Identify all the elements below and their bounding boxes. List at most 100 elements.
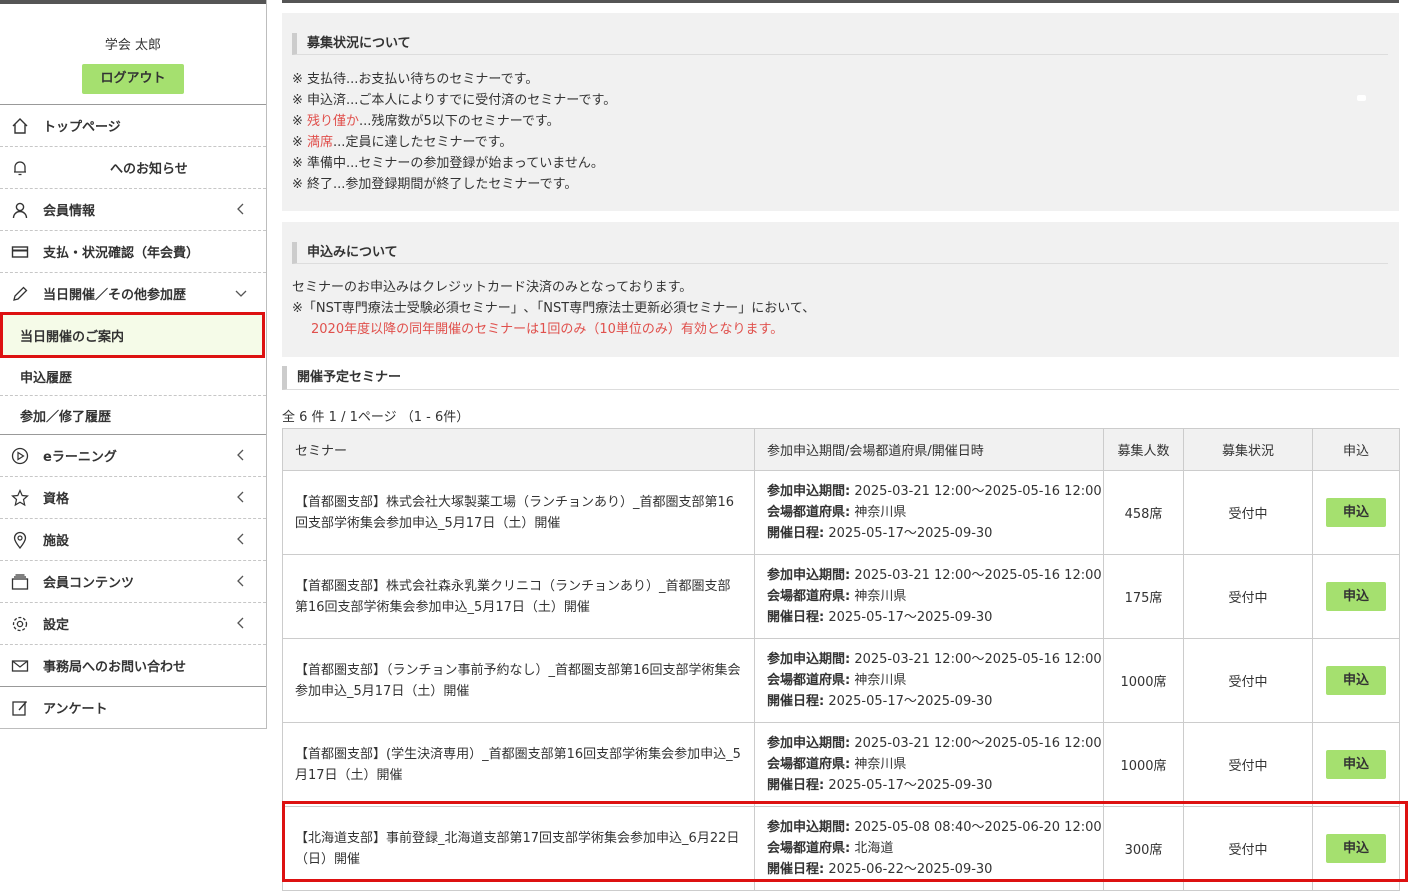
- seminar-title-cell: 【首都圏支部】株式会社森永乳業クリニコ（ランチョンあり）_首都圏支部第16回支部…: [282, 554, 755, 639]
- col-header-seminar: セミナー: [282, 428, 755, 471]
- chevron-left-icon: [237, 491, 244, 503]
- sidebar-item-member-contents[interactable]: 会員コンテンツ: [0, 560, 266, 602]
- sidebar-item-elearning[interactable]: eラーニング: [0, 434, 266, 476]
- user-icon: [10, 200, 30, 220]
- col-header-apply: 申込: [1312, 428, 1400, 471]
- capacity-cell: 1000席: [1103, 722, 1184, 807]
- status-line: ※ 終了...参加登録期間が終了したセミナーです。: [292, 177, 578, 192]
- decorative-dot: [1357, 95, 1366, 101]
- mail-icon: [10, 656, 30, 676]
- sidebar-item-payments[interactable]: 支払・状況確認（年会費）: [0, 230, 266, 272]
- seminar-title-link[interactable]: 【首都圏支部】（ランチョン事前予約なし）_首都圏支部第16回支部学術集会参加申込…: [295, 663, 741, 699]
- folder-icon: [10, 572, 30, 592]
- sidebar-item-participation[interactable]: 当日開催／その他参加歴: [0, 272, 266, 314]
- chevron-left-icon: [237, 617, 244, 629]
- home-icon: [10, 116, 30, 136]
- sidebar-subitem-apply-history[interactable]: 申込履歴: [0, 356, 266, 396]
- seminar-title-link[interactable]: 【首都圏支部】(学生決済専用）_首都圏支部第16回支部学術集会参加申込_5月17…: [295, 747, 741, 783]
- sidebar-item-label: 資格: [43, 492, 70, 507]
- sidebar-item-settings[interactable]: 設定: [0, 602, 266, 644]
- sidebar: 学会 太郎 ログアウト トップページ へのお知らせ 会員情報 支払・状況確認（年…: [0, 0, 267, 729]
- gear-icon: [10, 614, 30, 634]
- status-line: ※ 申込済...ご本人によりすでに受付済のセミナーです。: [292, 93, 617, 108]
- sidebar-item-member-info[interactable]: 会員情報: [0, 188, 266, 230]
- period-cell: 参加申込期間: 2025-03-21 12:00〜2025-05-16 12:0…: [754, 638, 1104, 723]
- seminar-title-link[interactable]: 【首都圏支部】株式会社大塚製薬工場（ランチョンあり）_首都圏支部第16回支部学術…: [295, 495, 734, 531]
- chevron-down-icon: [235, 290, 247, 297]
- sidebar-item-contact[interactable]: 事務局へのお問い合わせ: [0, 644, 266, 686]
- sidebar-item-label: 会員情報: [43, 204, 96, 219]
- sidebar-subitem-completion-history[interactable]: 参加／修了履歴: [0, 395, 266, 435]
- sidebar-item-label: アンケート: [43, 702, 108, 717]
- sidebar-item-label: 支払・状況確認（年会費）: [43, 246, 200, 261]
- sidebar-subitem-today-info[interactable]: 当日開催のご案内: [0, 312, 265, 358]
- sidebar-item-survey[interactable]: アンケート: [0, 686, 266, 728]
- chevron-left-icon: [237, 203, 244, 215]
- user-box: 学会 太郎 ログアウト: [0, 4, 266, 104]
- status-line: ※ 満席...定員に達したセミナーです。: [292, 135, 513, 150]
- pencil-icon: [10, 284, 30, 304]
- sidebar-item-label: へのお知らせ: [110, 162, 188, 177]
- seminar-title-cell: 【首都圏支部】(学生決済専用）_首都圏支部第16回支部学術集会参加申込_5月17…: [282, 722, 755, 807]
- seminar-title-cell: 【首都圏支部】株式会社大塚製薬工場（ランチョンあり）_首都圏支部第16回支部学術…: [282, 470, 755, 555]
- capacity-cell: 175席: [1103, 554, 1184, 639]
- sidebar-item-label: eラーニング: [43, 450, 117, 465]
- status-cell: 受付中: [1183, 638, 1313, 723]
- seminar-title-link[interactable]: 【北海道支部】事前登録_北海道支部第17回支部学術集会参加申込_6月22日（日）…: [295, 831, 739, 867]
- capacity-cell: 1000席: [1103, 638, 1184, 723]
- status-cell: 受付中: [1183, 806, 1313, 891]
- col-header-capacity: 募集人数: [1103, 428, 1184, 471]
- seminar-title-cell: 【北海道支部】事前登録_北海道支部第17回支部学術集会参加申込_6月22日（日）…: [282, 806, 755, 891]
- sidebar-item-label: 当日開催／その他参加歴: [43, 288, 187, 303]
- sidebar-item-qualifications[interactable]: 資格: [0, 476, 266, 518]
- col-header-period: 参加申込期間/会場都道府県/開催日時: [754, 428, 1104, 471]
- table-row: 【首都圏支部】（ランチョン事前予約なし）_首都圏支部第16回支部学術集会参加申込…: [282, 638, 1400, 723]
- status-line: ※ 支払待...お支払い待ちのセミナーです。: [292, 72, 539, 87]
- seminar-title-cell: 【首都圏支部】（ランチョン事前予約なし）_首都圏支部第16回支部学術集会参加申込…: [282, 638, 755, 723]
- main-top-rule: [282, 0, 1399, 3]
- apply-button[interactable]: 申込: [1326, 498, 1386, 527]
- apply-cell: 申込: [1312, 722, 1400, 807]
- apply-cell: 申込: [1312, 638, 1400, 723]
- chevron-left-icon: [237, 449, 244, 461]
- seminar-title-link[interactable]: 【首都圏支部】株式会社森永乳業クリニコ（ランチョンあり）_首都圏支部第16回支部…: [295, 579, 731, 615]
- period-cell: 参加申込期間: 2025-03-21 12:00〜2025-05-16 12:0…: [754, 470, 1104, 555]
- status-cell: 受付中: [1183, 722, 1313, 807]
- status-box-title: 募集状況について: [292, 33, 1388, 55]
- logout-button[interactable]: ログアウト: [82, 64, 184, 94]
- sidebar-item-label: 施設: [43, 534, 70, 549]
- main-content: 募集状況について ※ 支払待...お支払い待ちのセミナーです。 ※ 申込済...…: [282, 0, 1400, 894]
- play-icon: [10, 446, 30, 466]
- sidebar-item-notices[interactable]: へのお知らせ: [0, 146, 266, 188]
- period-cell: 参加申込期間: 2025-05-08 08:40〜2025-06-20 12:0…: [754, 806, 1104, 891]
- card-icon: [10, 242, 30, 262]
- chevron-left-icon: [237, 533, 244, 545]
- table-row: 【首都圏支部】株式会社大塚製薬工場（ランチョンあり）_首都圏支部第16回支部学術…: [282, 470, 1400, 555]
- period-cell: 参加申込期間: 2025-03-21 12:00〜2025-05-16 12:0…: [754, 554, 1104, 639]
- col-header-status: 募集状況: [1183, 428, 1313, 471]
- status-line: ※ 残り僅か...残席数が5以下のセミナーです。: [292, 114, 560, 129]
- sidebar-item-label: 設定: [43, 618, 70, 633]
- apply-line-2: ※「NST専門療法士受験必須セミナー」､「NST専門療法士更新必須セミナー」にお…: [292, 301, 816, 316]
- apply-button[interactable]: 申込: [1326, 582, 1386, 611]
- schedule-title: 開催予定セミナー: [282, 366, 1399, 390]
- apply-cell: 申込: [1312, 806, 1400, 891]
- apply-line-3: 2020年度以降の同年開催のセミナーは1回のみ（10単位のみ）有効となります。: [311, 322, 784, 337]
- survey-icon: [10, 698, 30, 718]
- sidebar-item-facilities[interactable]: 施設: [0, 518, 266, 560]
- status-line: ※ 準備中...セミナーの参加登録が始まっていません。: [292, 156, 604, 171]
- capacity-cell: 458席: [1103, 470, 1184, 555]
- sidebar-item-top-page[interactable]: トップページ: [0, 104, 266, 146]
- apply-info-box: 申込みについて セミナーのお申込みはクレジットカード決済のみとなっております。 …: [282, 222, 1399, 357]
- pin-icon: [10, 530, 30, 550]
- period-cell: 参加申込期間: 2025-03-21 12:00〜2025-05-16 12:0…: [754, 722, 1104, 807]
- apply-cell: 申込: [1312, 554, 1400, 639]
- apply-line-1: セミナーのお申込みはクレジットカード決済のみとなっております。: [292, 280, 693, 295]
- bell-icon: [10, 158, 30, 178]
- table-row: 【北海道支部】事前登録_北海道支部第17回支部学術集会参加申込_6月22日（日）…: [282, 806, 1400, 891]
- apply-button[interactable]: 申込: [1326, 750, 1386, 779]
- apply-button[interactable]: 申込: [1326, 666, 1386, 695]
- apply-button[interactable]: 申込: [1326, 834, 1386, 863]
- capacity-cell: 300席: [1103, 806, 1184, 891]
- star-icon: [10, 488, 30, 508]
